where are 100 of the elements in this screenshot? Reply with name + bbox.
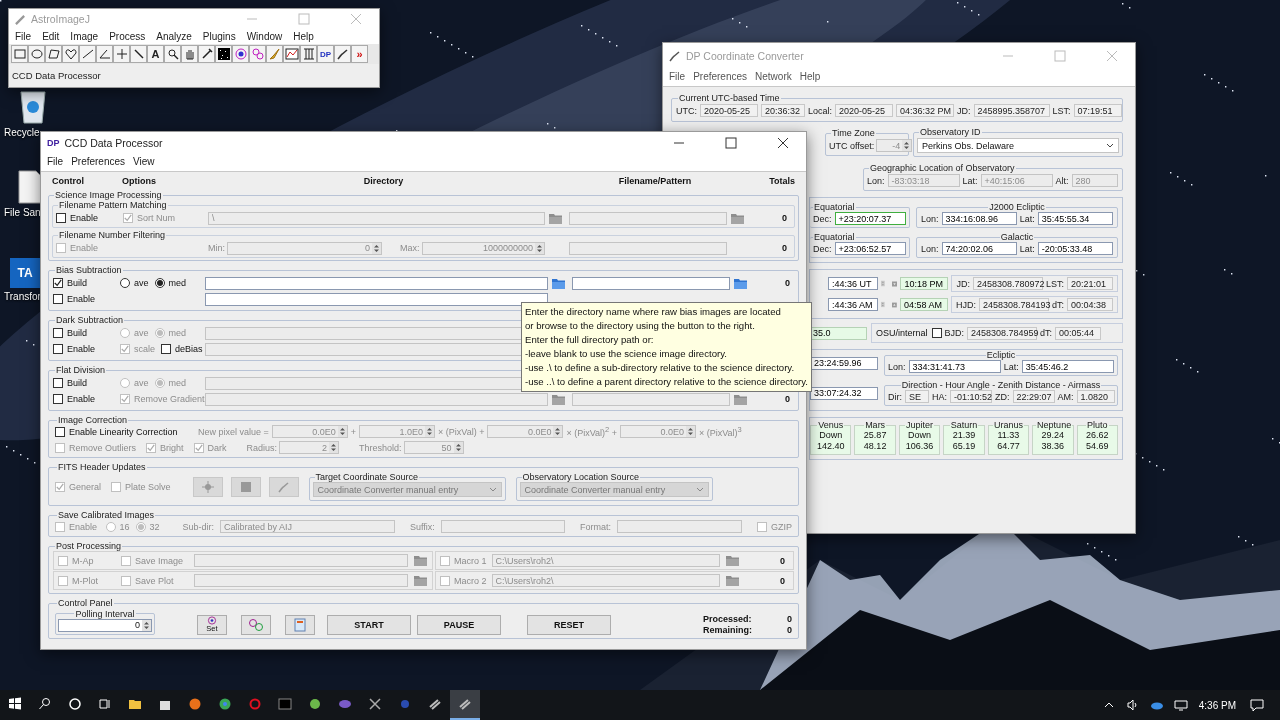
text-field[interactable]: 35:45:55.34: [1037, 212, 1113, 225]
polygon-icon[interactable]: [45, 45, 62, 63]
checkbox[interactable]: Build: [53, 328, 117, 338]
checkbox[interactable]: Enable: [56, 213, 120, 223]
folder-icon[interactable]: [724, 554, 740, 567]
notification-icon[interactable]: [1250, 698, 1264, 712]
action-button[interactable]: RESET: [527, 614, 611, 635]
text-field[interactable]: -20:05:33.48: [1037, 242, 1113, 255]
number-spinner[interactable]: 0: [58, 618, 152, 632]
text-field[interactable]: 00:04:38: [1067, 298, 1113, 311]
folder-icon[interactable]: [733, 276, 748, 290]
text-field[interactable]: 20:36:32: [761, 104, 805, 117]
checkbox[interactable]: Enable: [53, 344, 117, 354]
checkbox[interactable]: OSU/internal: [876, 328, 942, 338]
menu-item[interactable]: File: [47, 156, 64, 167]
rectangle-icon[interactable]: [11, 45, 28, 63]
menu-item[interactable]: Network: [755, 71, 792, 82]
checkbox[interactable]: Enable Linearity Correction: [55, 426, 178, 437]
menu-item[interactable]: Help: [293, 31, 314, 42]
text-field[interactable]: 04:36:32 PM: [896, 104, 955, 117]
columns-icon[interactable]: [300, 45, 317, 63]
path-field[interactable]: [194, 574, 408, 587]
text-field[interactable]: 2458308.780972: [973, 277, 1043, 290]
text-field[interactable]: 22:29:07: [1012, 390, 1055, 403]
broom-icon[interactable]: [266, 45, 283, 63]
text-field[interactable]: 334:31:41.73: [908, 360, 1001, 373]
path-field[interactable]: [194, 554, 408, 567]
text-field[interactable]: 35:45:46.2: [1021, 360, 1114, 373]
text-field[interactable]: 2458995.358707: [973, 104, 1050, 117]
text-field[interactable]: 07:19:51: [1073, 104, 1122, 117]
suffix-field[interactable]: [440, 520, 565, 533]
spinner-arrows-icon[interactable]: [142, 619, 151, 631]
action-button[interactable]: START: [327, 614, 411, 635]
text-field[interactable]: 2020-05-25: [835, 104, 894, 117]
text-field[interactable]: 20:21:01: [1067, 277, 1113, 290]
app-icon[interactable]: TA: [10, 258, 40, 288]
checkbox[interactable]: Build: [53, 278, 117, 288]
menu-item[interactable]: Plugins: [202, 31, 236, 42]
angle-icon[interactable]: [96, 45, 113, 63]
tool-button[interactable]: »: [351, 45, 368, 63]
text-field[interactable]: :44:36 AM: [828, 298, 878, 311]
checkbox[interactable]: deBias: [161, 344, 203, 354]
menu-item[interactable]: View: [133, 156, 155, 167]
text-field[interactable]: 2020-05-25: [700, 104, 758, 117]
format-field[interactable]: [616, 520, 742, 533]
speaker-icon[interactable]: [1125, 698, 1140, 712]
checkbox[interactable]: Enable: [53, 394, 117, 404]
menu-item[interactable]: Preferences: [71, 156, 126, 167]
starfield-icon[interactable]: [215, 45, 232, 63]
folder-icon[interactable]: [724, 574, 740, 587]
calculator-button[interactable]: [285, 614, 315, 635]
checkbox[interactable]: Build: [53, 378, 117, 388]
aperture-icon[interactable]: [232, 45, 249, 63]
text-field[interactable]: 35.0: [809, 326, 867, 340]
wand-icon[interactable]: [130, 45, 147, 63]
menu-item[interactable]: File: [15, 31, 32, 42]
text-field[interactable]: 74:20:02.06: [941, 242, 1017, 255]
menu-item[interactable]: Preferences: [693, 71, 748, 82]
folder-icon[interactable]: [413, 574, 428, 587]
text-field[interactable]: 334:16:08.96: [941, 212, 1017, 225]
menu-item[interactable]: Help: [799, 71, 821, 82]
text-field[interactable]: 23:24:59.96: [810, 356, 878, 370]
text-field[interactable]: 2458308.784193: [979, 298, 1049, 311]
menu-item[interactable]: Edit: [42, 31, 60, 42]
text-field[interactable]: SE: [905, 390, 929, 403]
menu-item[interactable]: Image: [70, 31, 99, 42]
text-field[interactable]: 1.0820: [1076, 390, 1115, 403]
checkbox[interactable]: Enable: [53, 294, 117, 304]
chart-icon[interactable]: [283, 45, 300, 63]
text-field[interactable]: 00:05:44: [1055, 326, 1102, 340]
text-field[interactable]: 10:18 PM: [900, 277, 949, 290]
text-field[interactable]: :44:36 UT: [828, 277, 878, 290]
action-button[interactable]: PAUSE: [417, 614, 501, 635]
folder-icon[interactable]: [413, 554, 428, 567]
text-field[interactable]: 2458308.784959: [967, 326, 1038, 340]
folder-icon[interactable]: [551, 276, 566, 290]
tool-button[interactable]: A: [147, 45, 164, 63]
text-field[interactable]: -01:10:52: [950, 390, 992, 403]
dropdown[interactable]: Perkins Obs. Delaware: [917, 138, 1119, 153]
radio-button[interactable]: ave: [120, 278, 149, 288]
text-field[interactable]: +23:20:07.37: [834, 212, 906, 225]
dropper-icon[interactable]: [198, 45, 215, 63]
spinner-arrows-icon[interactable]: [902, 140, 912, 151]
filename-field[interactable]: [572, 276, 730, 290]
magnifier-icon[interactable]: [164, 45, 181, 63]
menu-item[interactable]: Process: [109, 31, 146, 42]
radio-button[interactable]: med: [154, 278, 187, 288]
menu-item[interactable]: File: [669, 71, 686, 82]
directory-field[interactable]: [205, 292, 548, 306]
apertures-button[interactable]: [241, 614, 271, 635]
apertures-icon[interactable]: [249, 45, 266, 63]
directory-field[interactable]: [205, 276, 548, 290]
text-field[interactable]: 33:07:24.32: [810, 386, 878, 400]
tool-button[interactable]: DP: [317, 45, 334, 63]
text-field[interactable]: +23:06:52.57: [834, 242, 906, 255]
text-field[interactable]: 04:58 AM: [900, 298, 948, 311]
recycle-bin-icon[interactable]: [18, 88, 48, 124]
monitor-icon[interactable]: [1173, 698, 1188, 712]
menu-item[interactable]: Analyze: [156, 31, 192, 42]
menu-item[interactable]: Window: [246, 31, 283, 42]
